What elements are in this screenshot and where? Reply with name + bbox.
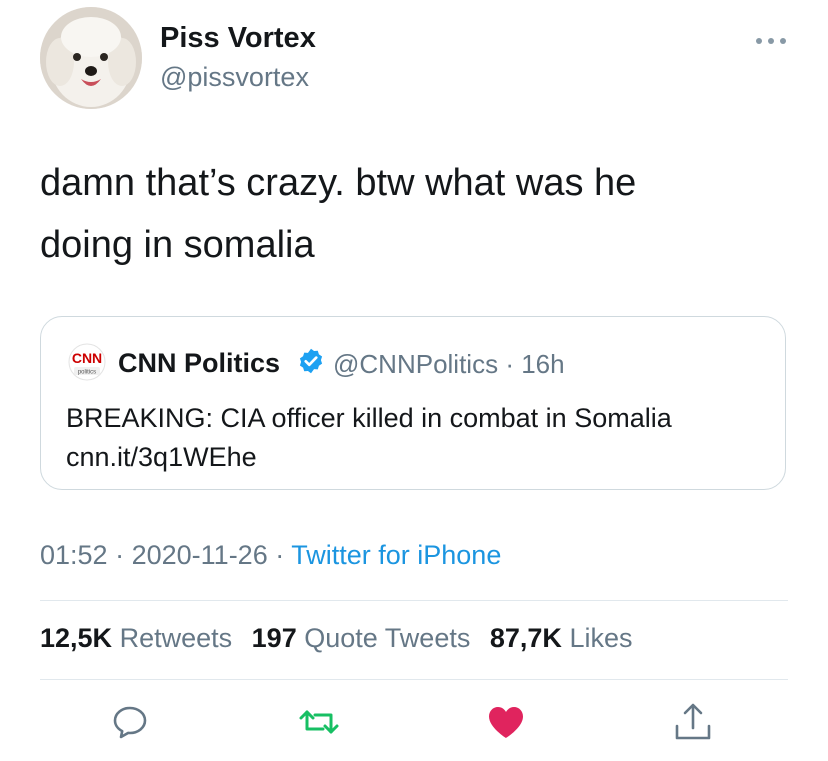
quote-tweets-count: 197 [251,623,297,653]
verified-badge-icon [299,348,323,374]
quoted-tweet-body: BREAKING: CIA officer killed in combat i… [66,403,672,433]
avatar[interactable] [40,7,142,109]
retweets-stat[interactable]: 12,5K Retweets [40,623,232,653]
author-name[interactable]: Piss Vortex [160,22,316,55]
likes-label: Likes [569,623,633,653]
likes-stat[interactable]: 87,7K Likes [490,623,633,653]
cnn-logo-text: CNN [72,350,102,366]
more-options-icon[interactable] [754,36,788,46]
quoted-author-meta: @CNNPolitics · 16h [333,349,565,380]
quoted-tweet-text: BREAKING: CIA officer killed in combat i… [66,399,766,477]
share-icon[interactable] [671,700,715,744]
meta-separator: · [115,540,125,570]
quoted-tweet-link[interactable]: cnn.it/3q1WEhe [66,438,766,477]
tweet-meta: 01:52 · 2020-11-26 · Twitter for iPhone [40,540,501,571]
retweets-label: Retweets [119,623,233,653]
quote-tweets-stat[interactable]: 197 Quote Tweets [252,623,471,653]
tweet-source-link[interactable]: Twitter for iPhone [291,540,501,570]
divider [40,679,788,680]
tweet-text-line: damn that’s crazy. btw what was he [40,162,637,204]
tweet-time[interactable]: 01:52 [40,540,108,570]
meta-separator: · [275,540,285,570]
quoted-author-handle[interactable]: @CNNPolitics [333,349,498,379]
reply-icon[interactable] [108,700,152,744]
dog-avatar-image [40,7,142,109]
author-handle[interactable]: @pissvortex [160,62,309,93]
tweet-date[interactable]: 2020-11-26 [132,540,268,570]
likes-count: 87,7K [489,623,562,653]
cnn-politics-logo: CNN politics [68,343,106,381]
retweet-icon[interactable] [297,700,341,744]
quoted-tweet-time[interactable]: 16h [521,349,564,379]
tweet-text-line: doing in somalia [40,224,315,266]
quoted-tweet-card[interactable]: CNN politics CNN Politics @CNNPolitics ·… [40,316,786,490]
divider [40,600,788,601]
engagement-stats: 12,5K Retweets 197 Quote Tweets 87,7K Li… [40,623,644,654]
meta-separator: · [505,349,514,379]
retweets-count: 12,5K [40,623,113,653]
tweet-text: damn that’s crazy. btw what was he doing… [40,152,780,276]
quote-tweets-label: Quote Tweets [304,623,471,653]
like-icon[interactable] [484,700,528,744]
quoted-author-name[interactable]: CNN Politics [118,348,280,379]
cnn-logo-subtext: politics [78,370,96,376]
